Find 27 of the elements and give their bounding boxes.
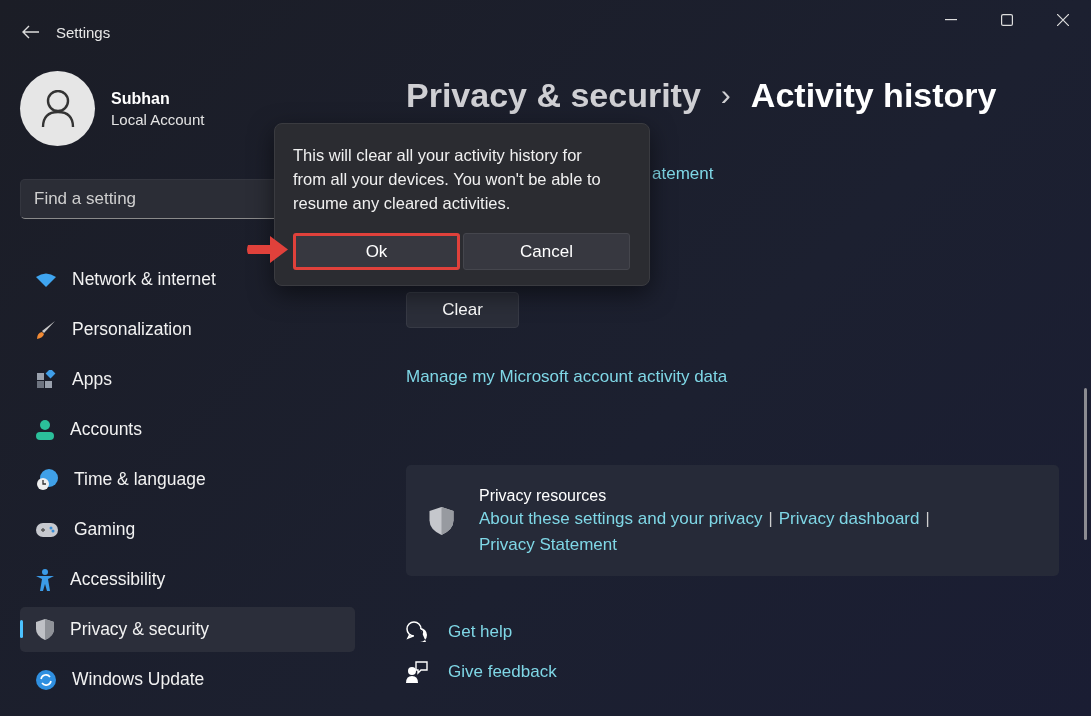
nav-item[interactable]: Accounts [20,407,355,452]
link-separator: | [925,509,930,528]
nav-item[interactable]: Gaming [20,507,355,552]
nav-item[interactable]: Windows Update [20,657,355,702]
dialog-button[interactable]: Ok [293,233,460,270]
privacy-link[interactable]: Privacy dashboard [778,508,920,529]
page-title: Activity history [750,75,997,115]
footer-link[interactable]: Get help [448,622,513,642]
account-type: Local Account [111,110,205,128]
nav-item[interactable]: Personalization [20,307,355,352]
breadcrumb-separator: › [720,78,731,112]
link-separator: | [768,509,773,528]
footer-link[interactable]: Give feedback [448,662,557,682]
breadcrumb-link[interactable]: Privacy & security [406,75,701,115]
manage-data-link[interactable]: Manage my Microsoft account activity data [406,367,728,386]
privacy-link[interactable]: Privacy Statement [479,534,617,555]
privacy-link[interactable]: About these settings and your privacy [479,508,763,529]
nav-item[interactable]: Apps [20,357,355,402]
card-title: Privacy resources [479,486,608,505]
nav-item[interactable]: Time & language [20,457,355,502]
window-title: Settings [56,23,111,41]
nav-item[interactable]: Privacy & security [20,607,355,652]
user-name: Subhan [111,89,171,108]
nav-item[interactable]: Accessibility [20,557,355,602]
dialog-button[interactable]: Cancel [463,233,630,270]
clear-button[interactable]: Clear [406,292,519,328]
cut-off-link[interactable]: atement [652,164,714,183]
